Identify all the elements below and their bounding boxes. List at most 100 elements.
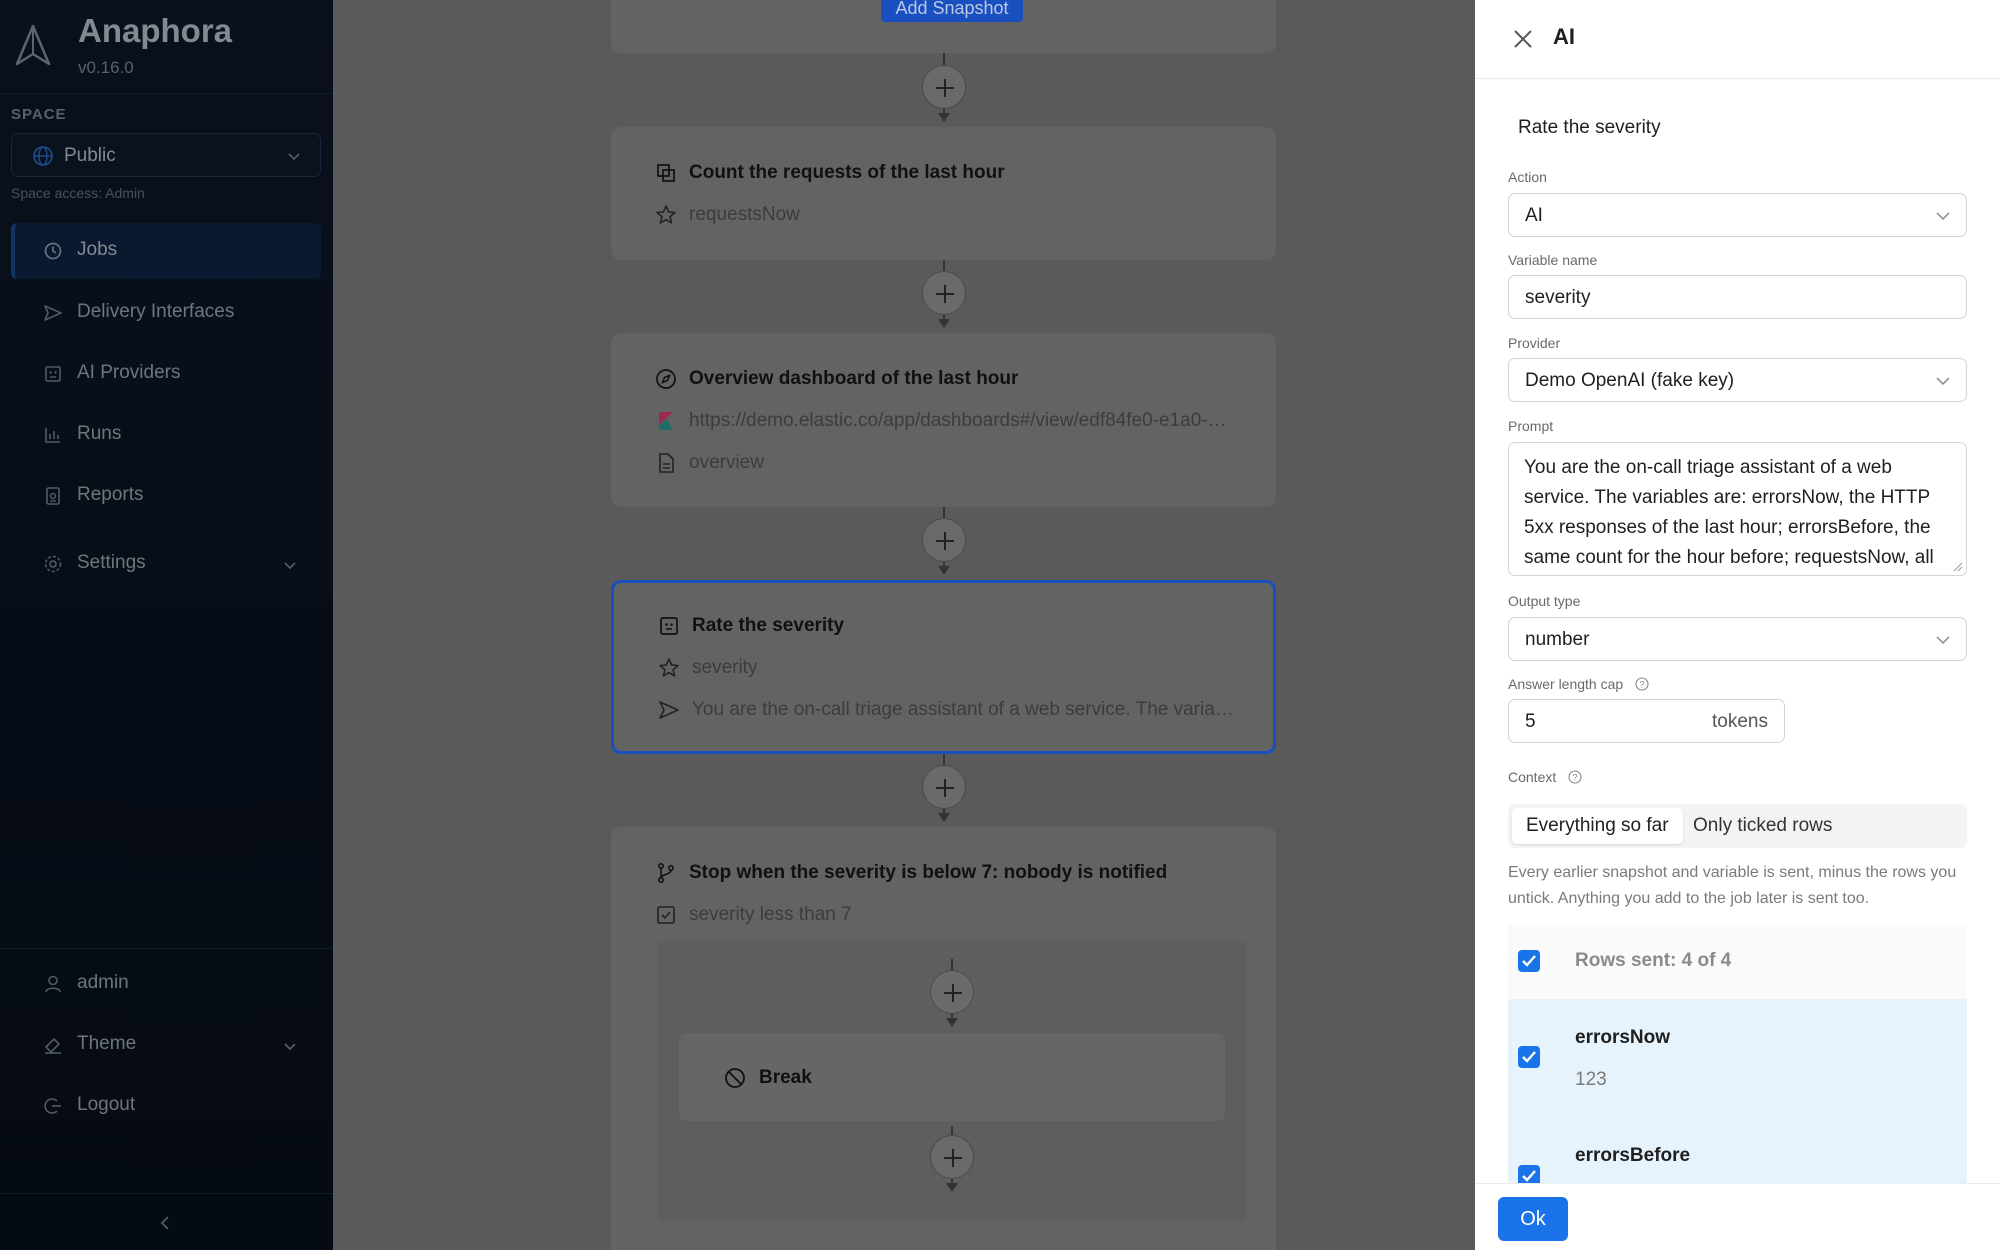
gear-icon — [44, 555, 62, 573]
check-icon — [1522, 955, 1536, 967]
condition-card[interactable]: Stop when the severity is below 7: nobod… — [611, 827, 1276, 1250]
help-icon[interactable]: ? — [1568, 770, 1582, 784]
nav-item-label: Settings — [77, 552, 146, 573]
answer-length-cap-value: 5 — [1525, 711, 1536, 732]
context-option-ticked[interactable]: Only ticked rows — [1679, 808, 1846, 844]
branch-container: Break — [657, 941, 1247, 1221]
arrow-down-icon — [938, 319, 950, 328]
check-icon — [1522, 1170, 1536, 1182]
nav-item-reports[interactable]: Reports — [11, 468, 321, 524]
ok-button[interactable]: Ok — [1498, 1197, 1568, 1241]
nav-item-label: AI Providers — [77, 362, 181, 383]
chevron-down-icon — [284, 562, 296, 570]
document-icon — [659, 453, 674, 473]
add-step-button[interactable] — [922, 765, 966, 809]
nav-item-settings[interactable]: Settings — [11, 536, 321, 592]
connector-line — [951, 959, 953, 970]
arrow-down-icon — [938, 566, 950, 575]
break-label: Break — [759, 1067, 812, 1088]
dashboard-url: https://demo.elastic.co/app/dashboards#/… — [689, 410, 1227, 431]
compass-icon — [656, 369, 676, 389]
add-snapshot-button[interactable]: Add Snapshot — [881, 0, 1023, 22]
close-icon[interactable] — [1513, 29, 1533, 49]
add-step-button[interactable] — [922, 65, 966, 109]
row-value: 123 — [1575, 1069, 1607, 1090]
connector-line — [943, 260, 945, 271]
variable-name: requestsNow — [689, 204, 800, 225]
rows-body: errorsNow 123 errorsBefore — [1508, 999, 1967, 1183]
nav-item-ai-providers[interactable]: AI Providers — [11, 346, 321, 402]
nav-item-label: Logout — [77, 1094, 136, 1115]
answer-length-cap-input[interactable]: 5 tokens — [1508, 699, 1785, 743]
context-description: Every earlier snapshot and variable is s… — [1508, 864, 1957, 907]
drawer-header: AI — [1475, 0, 2000, 79]
condition-text: severity less than 7 — [689, 904, 852, 925]
add-step-button[interactable] — [930, 1135, 974, 1179]
space-select-value: Public — [64, 145, 116, 166]
help-icon[interactable]: ? — [1635, 677, 1649, 691]
nav-item-label: Runs — [77, 423, 122, 444]
nav-item-label: admin — [77, 972, 129, 993]
nav-item-theme[interactable]: Theme — [11, 1017, 321, 1073]
nav-item-runs[interactable]: Runs — [11, 407, 321, 463]
step-card[interactable]: Overview dashboard of the last hour http… — [611, 333, 1276, 507]
drawer-footer: Ok — [1475, 1183, 2000, 1250]
logout-icon — [44, 1098, 61, 1114]
star-icon — [659, 658, 679, 677]
sidebar: Anaphora v0.16.0 SPACE Public Space acce… — [0, 0, 333, 1250]
add-step-button[interactable] — [922, 271, 966, 315]
resize-handle-icon[interactable] — [1953, 562, 1963, 572]
sidebar-collapse-button[interactable] — [0, 1193, 333, 1250]
space-label: SPACE — [11, 106, 67, 123]
space-select[interactable]: Public — [11, 133, 321, 177]
variable-name-value: severity — [1525, 287, 1591, 308]
variable-name: overview — [689, 452, 764, 473]
step-title: Stop when the severity is below 7: nobod… — [689, 862, 1168, 883]
nav-item-logout[interactable]: Logout — [11, 1078, 321, 1134]
step-title: Rate the severity — [1518, 117, 1661, 138]
provider-select[interactable]: Demo OpenAI (fake key) — [1508, 358, 1967, 402]
svg-text:?: ? — [1640, 680, 1645, 690]
arrow-down-icon — [938, 813, 950, 822]
row-checkbox[interactable] — [1518, 1046, 1540, 1068]
chevron-down-icon — [1936, 212, 1950, 221]
report-icon — [46, 487, 60, 505]
ban-icon — [725, 1068, 745, 1088]
add-step-button[interactable] — [930, 970, 974, 1014]
checkbox-icon — [657, 906, 675, 924]
robot-icon — [45, 366, 61, 382]
add-step-button[interactable] — [922, 518, 966, 562]
prompt-label: Prompt — [1508, 418, 1554, 434]
nav-item-delivery-interfaces[interactable]: Delivery Interfaces — [11, 285, 321, 341]
step-title: Overview dashboard of the last hour — [689, 368, 1019, 389]
arrow-down-icon — [938, 113, 950, 122]
row-checkbox[interactable] — [1518, 1165, 1540, 1183]
history-icon — [44, 242, 62, 260]
break-step-card[interactable]: Break — [679, 1033, 1225, 1121]
step-detail-row: https://demo.elastic.co/app/dashboards#/… — [655, 408, 1255, 434]
step-card-selected[interactable]: Rate the severity severity You are the o… — [611, 580, 1276, 754]
star-icon — [656, 205, 676, 224]
nav-item-jobs[interactable]: Jobs — [11, 223, 321, 279]
variable-name-input[interactable]: severity — [1508, 275, 1967, 319]
prompt-text: You are the on-call triage assistant of … — [1524, 457, 1934, 568]
chevron-down-icon — [288, 153, 300, 161]
action-select[interactable]: AI — [1508, 193, 1967, 237]
step-title: Count the requests of the last hour — [689, 162, 1005, 183]
answer-length-cap-text: Answer length cap — [1508, 676, 1624, 692]
nav-item-admin[interactable]: admin — [11, 956, 321, 1012]
context-option-everything[interactable]: Everything so far — [1512, 808, 1683, 844]
output-type-select[interactable]: number — [1508, 617, 1967, 661]
step-detail-row: You are the on-call triage assistant of … — [658, 697, 1258, 723]
brand-header: Anaphora v0.16.0 — [0, 0, 333, 94]
robot-icon — [660, 617, 678, 635]
step-card[interactable]: Count the requests of the last hour requ… — [611, 127, 1276, 260]
select-all-checkbox[interactable] — [1518, 950, 1540, 972]
chevron-down-icon — [284, 1043, 296, 1051]
context-label: Context ? — [1508, 769, 1582, 785]
rows-header: Rows sent: 4 of 4 — [1508, 925, 1967, 999]
connector-line — [943, 754, 945, 765]
connector-line — [943, 53, 945, 65]
prompt-textarea[interactable]: You are the on-call triage assistant of … — [1508, 442, 1967, 576]
chevron-down-icon — [1936, 377, 1950, 386]
